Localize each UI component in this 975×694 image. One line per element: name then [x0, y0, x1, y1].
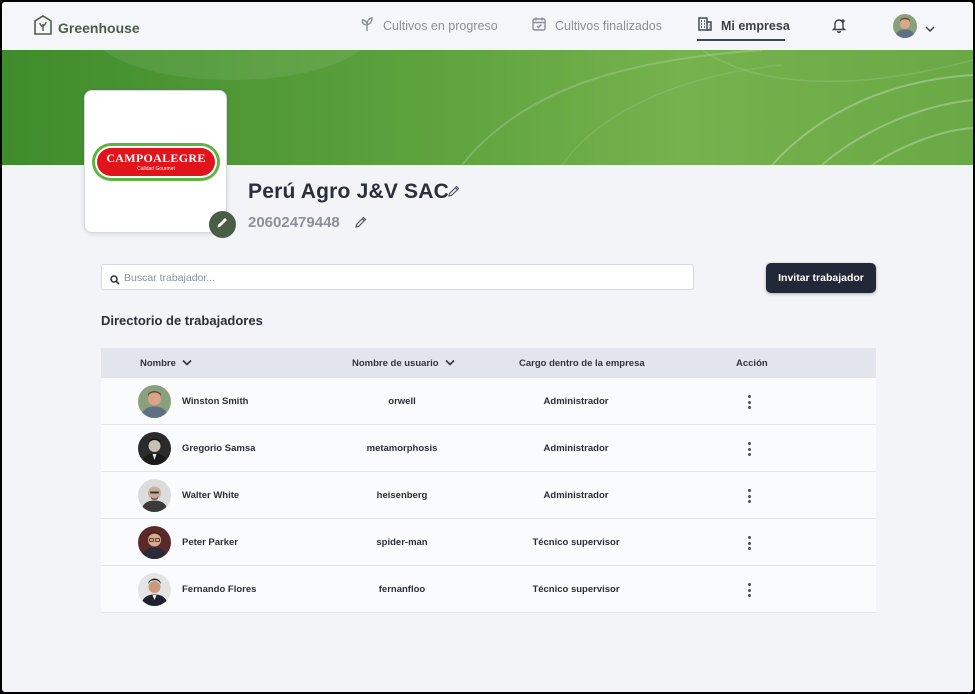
more-options-icon[interactable] [744, 582, 754, 598]
company-name: Perú Agro J&V SAC [248, 180, 449, 203]
directory-title: Directorio de trabajadores [101, 313, 263, 328]
column-header-username[interactable]: Nombre de usuario [352, 358, 455, 369]
table-row: Fernando Flores fernanfloo Técnico super… [101, 566, 876, 613]
table-header: Nombre Nombre de usuario Cargo dentro de… [101, 348, 876, 378]
nav-cultivos-finalizados[interactable]: Cultivos finalizados [531, 16, 662, 35]
sort-chevron-icon[interactable] [176, 358, 192, 369]
brand-name: Greenhouse [58, 19, 140, 36]
table-row: Winston Smith orwell Administrador [101, 378, 876, 425]
worker-name: Gregorio Samsa [182, 443, 256, 454]
worker-role: Administrador [543, 443, 609, 454]
column-header-name[interactable]: Nombre [140, 358, 192, 369]
nav-label: Cultivos finalizados [555, 18, 662, 33]
worker-role: Técnico supervisor [532, 584, 620, 595]
nav-label: Cultivos en progreso [383, 18, 498, 33]
worker-name: Fernando Flores [182, 584, 257, 595]
worker-search [101, 264, 694, 290]
more-options-icon[interactable] [744, 488, 754, 504]
column-header-role: Cargo dentro de la empresa [519, 358, 645, 369]
company-logo: CAMPOALEGRE Calidad Gourmet [92, 143, 220, 181]
column-header-action: Acción [736, 358, 768, 369]
calendar-check-icon [531, 16, 547, 35]
worker-username: metamorphosis [366, 443, 438, 454]
nav-cultivos-en-progreso[interactable]: Cultivos en progreso [359, 16, 498, 35]
greenhouse-icon [34, 15, 52, 40]
worker-username: fernanfloo [378, 584, 426, 595]
avatar [138, 526, 171, 559]
table-row: Peter Parker spider-man Técnico supervis… [101, 519, 876, 566]
nav-label: Mi empresa [721, 18, 790, 33]
search-input[interactable] [124, 270, 684, 285]
more-options-icon[interactable] [744, 441, 754, 457]
avatar [138, 432, 171, 465]
worker-username: heisenberg [376, 490, 428, 501]
invite-worker-button[interactable]: Invitar trabajador [766, 263, 876, 293]
company-logo-card: CAMPOALEGRE Calidad Gourmet [84, 90, 227, 233]
app-window: Greenhouse Cultivos en progreso Cultivos… [2, 2, 973, 692]
top-navigation: Greenhouse Cultivos en progreso Cultivos… [2, 2, 973, 50]
avatar [138, 479, 171, 512]
user-avatar[interactable] [893, 14, 917, 38]
sprout-icon [359, 16, 375, 35]
pencil-icon [216, 216, 229, 234]
more-options-icon[interactable] [744, 535, 754, 551]
more-options-icon[interactable] [744, 394, 754, 410]
workers-table: Nombre Nombre de usuario Cargo dentro de… [101, 348, 876, 613]
company-ruc: 20602479448 [248, 214, 340, 231]
logo-title: CAMPOALEGRE [106, 151, 206, 165]
brand-logo[interactable]: Greenhouse [34, 15, 140, 40]
active-tab-indicator [697, 39, 785, 41]
worker-role: Técnico supervisor [532, 537, 620, 548]
worker-username: orwell [388, 396, 416, 407]
edit-logo-button[interactable] [209, 211, 236, 238]
avatar [138, 385, 171, 418]
logo-subtitle: Calidad Gourmet [137, 166, 175, 172]
user-menu-chevron-icon[interactable] [925, 20, 935, 38]
table-row: Gregorio Samsa metamorphosis Administrad… [101, 425, 876, 472]
worker-role: Administrador [543, 490, 609, 501]
worker-username: spider-man [376, 537, 428, 548]
building-icon [697, 16, 713, 35]
worker-role: Administrador [543, 396, 609, 407]
nav-mi-empresa[interactable]: Mi empresa [697, 16, 790, 35]
worker-name: Walter White [182, 490, 240, 501]
search-icon [110, 272, 120, 290]
worker-name: Peter Parker [182, 537, 238, 548]
table-row: Walter White heisenberg Administrador [101, 472, 876, 519]
avatar [138, 573, 171, 606]
edit-name-pencil-icon[interactable] [447, 184, 461, 203]
sort-chevron-icon[interactable] [439, 358, 455, 369]
worker-name: Winston Smith [182, 396, 249, 407]
notifications-bell-icon[interactable] [831, 17, 847, 39]
edit-ruc-pencil-icon[interactable] [354, 215, 368, 234]
